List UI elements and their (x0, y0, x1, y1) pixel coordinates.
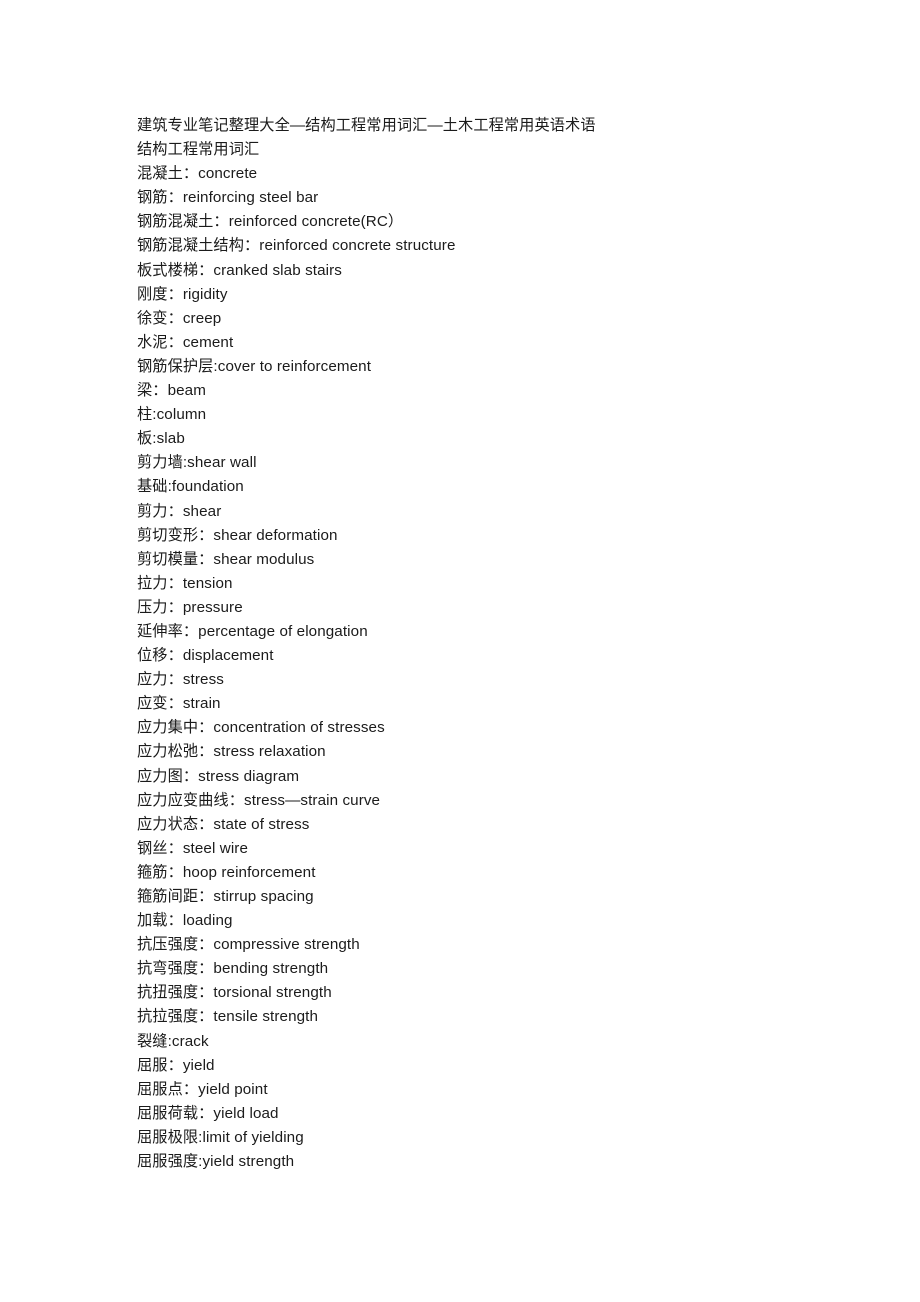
glossary-entry: 梁：beam (137, 382, 206, 400)
glossary-entry: 钢筋混凝土结构：reinforced concrete structure (137, 237, 456, 255)
glossary-entry: 柱:column (137, 406, 207, 424)
glossary-entry: 应力：stress (137, 671, 224, 689)
glossary-entry: 徐变：creep (137, 309, 222, 327)
section-heading-line: 结构工程常用词汇 (137, 141, 260, 159)
document-page: 建筑专业笔记整理大全—结构工程常用词汇—土木工程常用英语术语 结构工程常用词汇 混凝… (0, 0, 920, 1302)
glossary-entry: 应力图：stress diagram (137, 767, 300, 785)
glossary-entry: 剪切变形：shear deformation (137, 526, 338, 544)
glossary-entry: 箍筋间距：stirrup spacing (137, 888, 314, 905)
glossary-entry: 屈服强度:yield strength (137, 1153, 295, 1171)
glossary-entry: 剪力：shear (137, 502, 222, 520)
glossary-entry: 应力集中：concentration of stresses (137, 719, 385, 737)
glossary-entry: 箍筋：hoop reinforcement (137, 863, 316, 881)
glossary-entry: 裂缝:crack (137, 1032, 209, 1050)
glossary-entry: 抗弯强度：bending strength (137, 960, 329, 978)
glossary-entry: 钢筋混凝土：reinforced concrete(RC） (137, 213, 404, 231)
glossary-entry: 抗扭强度：torsional strength (137, 984, 332, 1002)
glossary-entry: 位移：displacement (137, 647, 274, 665)
glossary-entry: 拉力：tension (137, 574, 233, 592)
glossary-entry: 钢筋：reinforcing steel bar (137, 189, 319, 207)
glossary-entry: 剪力墙:shear wall (137, 454, 257, 472)
glossary-entry: 应力应变曲线：stress—strain curve (137, 791, 381, 809)
glossary-entry: 板式楼梯：cranked slab stairs (137, 261, 342, 279)
glossary-entry: 应力松弛：stress relaxation (137, 743, 326, 761)
glossary-entry: 钢丝：steel wire (137, 839, 249, 857)
glossary-entry: 屈服荷载：yield load (137, 1104, 279, 1122)
glossary-entry: 抗拉强度：tensile strength (137, 1008, 319, 1026)
glossary-entry: 抗压强度：compressive strength (137, 936, 360, 954)
document-title-line: 建筑专业笔记整理大全—结构工程常用词汇—土木工程常用英语术语 (137, 117, 596, 134)
glossary-entry: 加载：loading (137, 912, 233, 930)
glossary-entry: 屈服点：yield point (137, 1080, 268, 1098)
glossary-entry: 屈服极限:limit of yielding (137, 1128, 304, 1146)
glossary-entry: 板:slab (137, 430, 185, 448)
glossary-entry: 刚度：rigidity (137, 285, 228, 303)
glossary-entry: 混凝土：concrete (137, 165, 258, 183)
glossary-entry: 压力：pressure (137, 598, 243, 616)
glossary-text-body: 建筑专业笔记整理大全—结构工程常用词汇—土木工程常用英语术语 结构工程常用词汇 混凝… (137, 114, 837, 1174)
glossary-entry: 应变：strain (137, 695, 221, 713)
glossary-entry: 水泥：cement (137, 333, 234, 351)
glossary-entry: 延伸率：percentage of elongation (137, 622, 368, 640)
glossary-entry: 基础:foundation (137, 478, 244, 496)
glossary-entry: 钢筋保护层:cover to reinforcement (137, 357, 372, 375)
glossary-entry: 剪切模量：shear modulus (137, 550, 315, 568)
glossary-entry: 屈服：yield (137, 1056, 215, 1074)
glossary-entry: 应力状态：state of stress (137, 815, 310, 833)
